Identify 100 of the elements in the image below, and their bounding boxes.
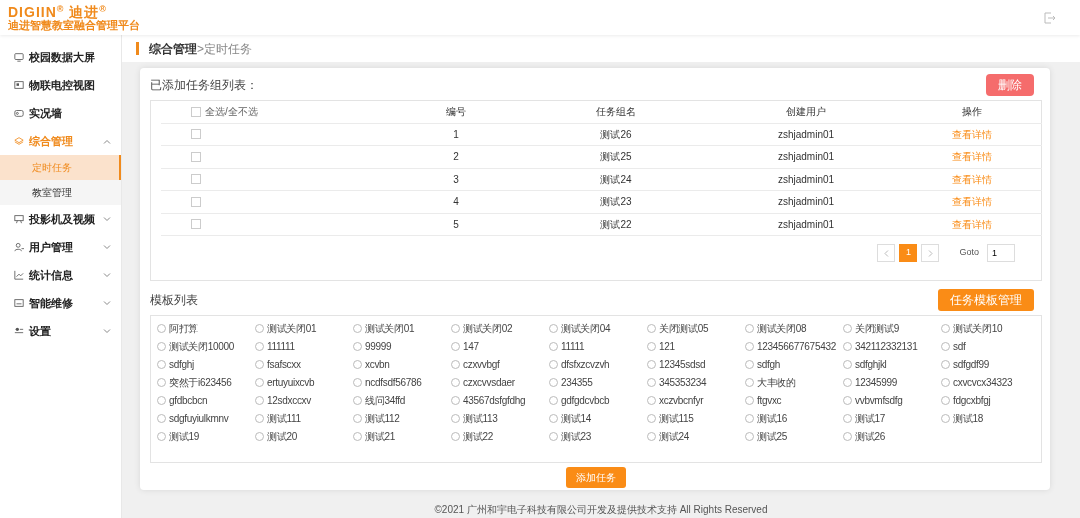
sidebar-item[interactable]: 物联电控视图 bbox=[0, 71, 121, 99]
chevron-right-icon bbox=[928, 249, 933, 257]
radio-label[interactable]: ftgvxc bbox=[757, 392, 782, 408]
previous-page-button[interactable] bbox=[877, 244, 896, 262]
radio-label[interactable]: gdfgdcvbcb bbox=[561, 392, 610, 408]
sidebar-item[interactable]: 统计信息 bbox=[0, 261, 121, 289]
radio-label[interactable]: 测试关闭10 bbox=[953, 320, 1003, 336]
radio-label[interactable]: 测试17 bbox=[855, 410, 885, 426]
next-page-button[interactable] bbox=[921, 244, 940, 262]
radio-label[interactable]: sdgfuyiulkmnv bbox=[169, 410, 229, 426]
radio-label[interactable]: sdf bbox=[953, 338, 966, 354]
radio-label[interactable]: 测试18 bbox=[953, 410, 983, 426]
checkbox[interactable] bbox=[191, 174, 201, 185]
column-header: 任务组名 bbox=[596, 105, 636, 120]
table-cell-text: 3 bbox=[453, 172, 459, 187]
radio-label[interactable]: ertuyuixcvb bbox=[267, 374, 315, 390]
radio-label[interactable]: sdfghjkl bbox=[855, 356, 887, 372]
checkbox[interactable] bbox=[191, 219, 201, 230]
radio-label[interactable]: 突然于i623456 bbox=[169, 374, 232, 390]
projector-icon bbox=[14, 214, 24, 224]
radio-label[interactable]: xczvbcnfyr bbox=[659, 392, 704, 408]
radio-label[interactable]: 测试24 bbox=[659, 428, 689, 444]
radio-label[interactable]: 12sdxccxv bbox=[267, 392, 311, 408]
radio-label[interactable]: 99999 bbox=[365, 338, 392, 354]
table-cell-text: zshjadmin01 bbox=[777, 217, 835, 232]
breadcrumb-link[interactable]: 综合管理 bbox=[149, 39, 197, 58]
sidebar-item[interactable]: 投影机及视频 bbox=[0, 205, 121, 233]
radio-label[interactable]: fsafscxx bbox=[267, 356, 301, 372]
table-cell-text: 5 bbox=[453, 217, 459, 232]
radio-label[interactable]: gfdbcbcn bbox=[169, 392, 208, 408]
radio-label[interactable]: 342112332131 bbox=[855, 338, 918, 354]
table-cell-text: 2 bbox=[453, 150, 459, 165]
radio-label[interactable]: czxvvbgf bbox=[463, 356, 500, 372]
radio-label[interactable]: 测试111 bbox=[267, 410, 301, 426]
sidebar-item[interactable]: 智能维修 bbox=[0, 289, 121, 317]
monitor-icon bbox=[14, 52, 24, 62]
sidebar-item[interactable]: 用户管理 bbox=[0, 233, 121, 261]
table-cell-text: 测试26 bbox=[600, 127, 632, 142]
radio-label[interactable]: 大丰收的 bbox=[757, 374, 796, 390]
radio-label[interactable]: 111111 bbox=[267, 338, 295, 354]
logout-icon[interactable] bbox=[1044, 11, 1056, 24]
sidebar-item[interactable]: 实况墙 bbox=[0, 99, 121, 127]
radio-label[interactable]: 测试20 bbox=[267, 428, 297, 444]
radio-label[interactable]: 234355 bbox=[561, 374, 593, 390]
radio-label[interactable]: 测试关闭02 bbox=[463, 320, 513, 336]
checkbox[interactable] bbox=[191, 106, 201, 117]
radio-label[interactable]: 测试21 bbox=[365, 428, 395, 444]
radio-label[interactable]: 测试26 bbox=[855, 428, 885, 444]
radio-label[interactable]: fdgcxbfgj bbox=[953, 392, 991, 408]
radio-label[interactable]: 测试关闭04 bbox=[561, 320, 611, 336]
radio-label[interactable]: 测试22 bbox=[463, 428, 493, 444]
table-cell-text: zshjadmin01 bbox=[777, 195, 835, 210]
radio-label[interactable]: 测试关闭08 bbox=[757, 320, 807, 336]
radio-label[interactable]: 测试113 bbox=[463, 410, 498, 426]
checkbox[interactable] bbox=[191, 129, 201, 140]
radio-label[interactable]: 测试23 bbox=[561, 428, 591, 444]
radio-label[interactable]: 43567dsfgfdhg bbox=[463, 392, 526, 408]
radio-label[interactable]: 12345999 bbox=[855, 374, 898, 390]
radio-label[interactable]: 345353234 bbox=[659, 374, 707, 390]
radio-label[interactable]: 关闭测试05 bbox=[659, 320, 709, 336]
accent-bar bbox=[136, 42, 139, 55]
chevron-left-icon bbox=[884, 249, 889, 257]
radio-label[interactable]: 关闭测试9 bbox=[855, 320, 900, 336]
radio-label[interactable]: 测试25 bbox=[757, 428, 787, 444]
sidebar-item[interactable]: 设置 bbox=[0, 317, 121, 345]
table-cell-text: 测试24 bbox=[600, 172, 632, 187]
sidebar-subitem[interactable]: 教室管理 bbox=[0, 180, 121, 205]
checkbox[interactable] bbox=[191, 151, 201, 162]
radio-label[interactable]: vvbvmfsdfg bbox=[855, 392, 903, 408]
radio-label[interactable]: 测试16 bbox=[757, 410, 787, 426]
table-cell-text: zshjadmin01 bbox=[777, 127, 835, 142]
column-header: 编号 bbox=[446, 105, 466, 120]
radio-label[interactable]: 12345sdsd bbox=[659, 356, 706, 372]
radio-label[interactable]: 阿打算 bbox=[169, 320, 199, 336]
goto-input[interactable]: 1 bbox=[987, 244, 1015, 262]
radio-label[interactable]: sdfghj bbox=[169, 356, 194, 372]
select-all-label: 全选/全不选 bbox=[205, 105, 258, 120]
sidebar-item[interactable]: 校园数据大屏 bbox=[0, 43, 121, 71]
radio-label[interactable]: 测试关闭01 bbox=[365, 320, 415, 336]
radio-label[interactable]: xcvbn bbox=[365, 356, 390, 372]
radio-label[interactable]: 11111 bbox=[561, 338, 585, 354]
radio-label[interactable]: 线问34ffd bbox=[365, 392, 405, 408]
checkbox[interactable] bbox=[191, 196, 201, 207]
radio-label[interactable]: dfsfxzcvzvh bbox=[561, 356, 610, 372]
radio-label[interactable]: 121 bbox=[659, 338, 675, 354]
radio-label[interactable]: 147 bbox=[463, 338, 479, 354]
radio-label[interactable]: 123456677675432 bbox=[757, 338, 836, 354]
radio-label[interactable]: czxcvvsdaer bbox=[463, 374, 515, 390]
radio-label[interactable]: 测试19 bbox=[169, 428, 199, 444]
radio-label[interactable]: 测试关闭10000 bbox=[169, 338, 235, 354]
radio-label[interactable]: ncdfsdf56786 bbox=[365, 374, 422, 390]
radio-label[interactable]: 测试115 bbox=[659, 410, 694, 426]
radio-label[interactable]: 测试112 bbox=[365, 410, 400, 426]
table-cell-text: 测试22 bbox=[600, 217, 632, 232]
radio-label[interactable]: sdfgdf99 bbox=[953, 356, 989, 372]
radio-label[interactable]: cxvcvcx34323 bbox=[953, 374, 1013, 390]
radio-label[interactable]: 测试关闭01 bbox=[267, 320, 317, 336]
goto-label: Goto bbox=[959, 246, 979, 260]
radio-label[interactable]: sdfgh bbox=[757, 356, 780, 372]
radio-label[interactable]: 测试14 bbox=[561, 410, 591, 426]
